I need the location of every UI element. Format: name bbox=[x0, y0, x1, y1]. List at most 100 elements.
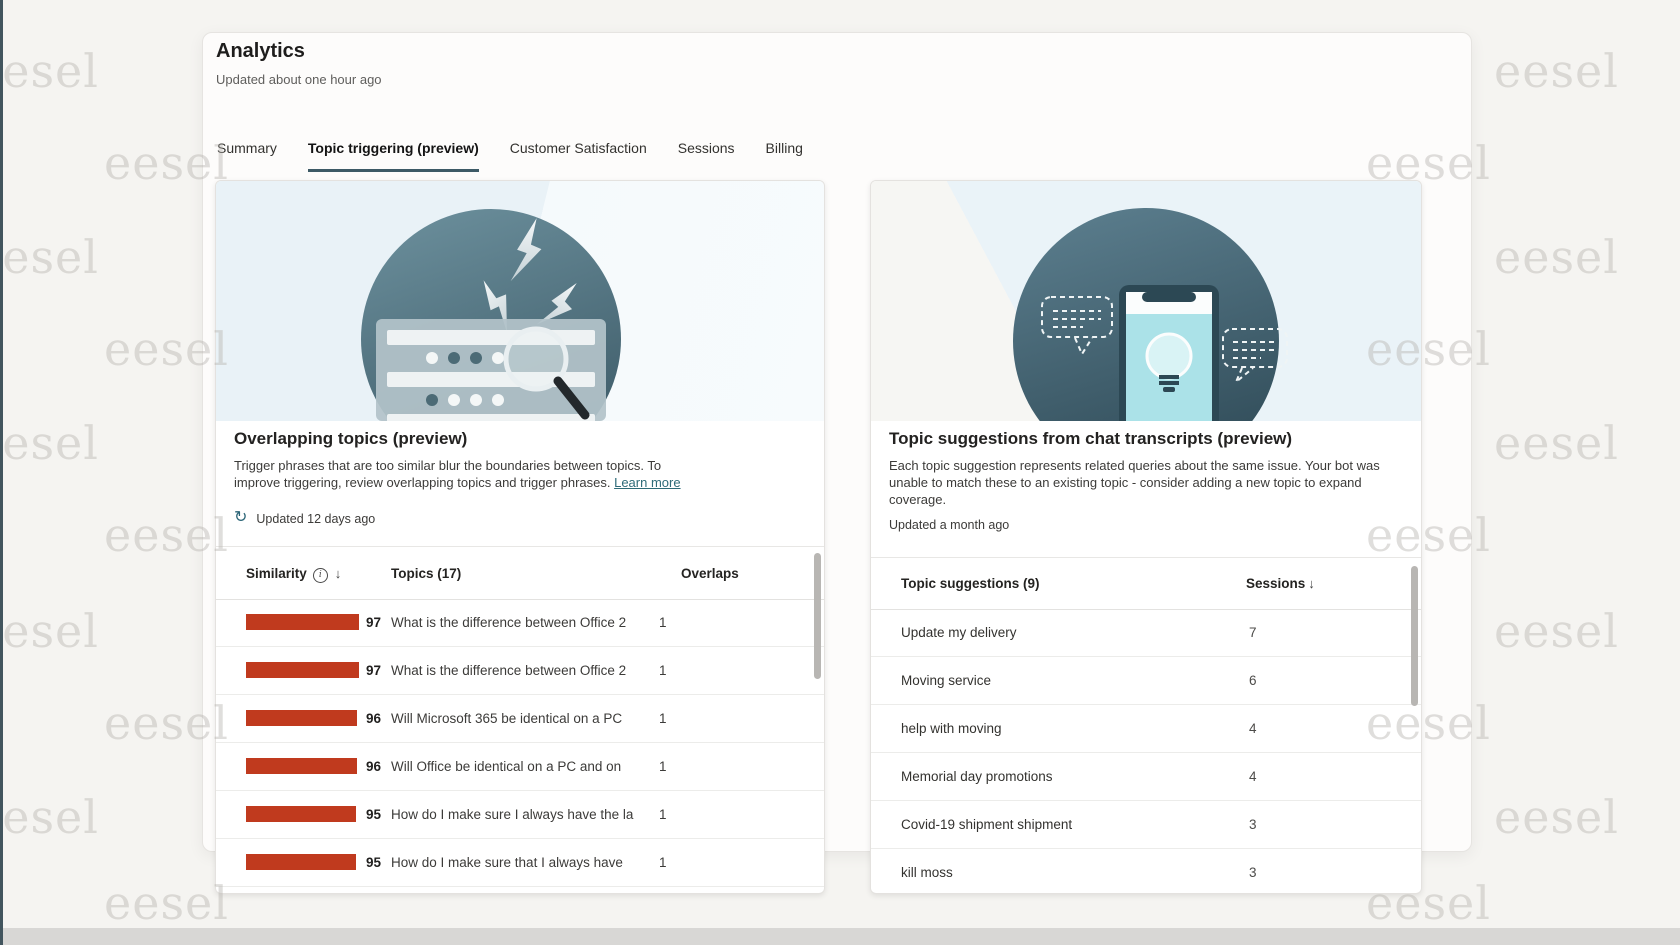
tab-sessions[interactable]: Sessions bbox=[678, 140, 735, 172]
overlapping-updated-text: Updated 12 days ago bbox=[256, 512, 375, 526]
column-header-topics[interactable]: Topics (17) bbox=[391, 566, 461, 581]
column-header-similarity[interactable]: Similarityi↓ bbox=[246, 566, 341, 584]
eesel-watermark: eesel bbox=[1494, 790, 1619, 844]
overlaps-count: 1 bbox=[659, 855, 667, 870]
overlapping-card-title: Overlapping topics (preview) bbox=[234, 429, 467, 449]
column-header-topic-suggestions[interactable]: Topic suggestions (9) bbox=[901, 576, 1040, 591]
overlaps-count: 1 bbox=[659, 807, 667, 822]
suggestions-table-row[interactable]: Update my delivery 7 bbox=[871, 609, 1421, 657]
overlapping-table: Similarityi↓ Topics (17) Overlaps 97What… bbox=[216, 546, 824, 893]
eesel-watermark: eesel bbox=[1494, 230, 1619, 284]
overlaps-count: 1 bbox=[659, 663, 667, 678]
suggestions-table-row[interactable]: Moving service 6 bbox=[871, 657, 1421, 705]
overlapping-topics-illustration bbox=[216, 181, 824, 421]
learn-more-link[interactable]: Learn more bbox=[614, 475, 680, 490]
topic-name: How do I make sure that I always have bbox=[391, 855, 647, 870]
topic-name: What is the difference between Office 2 bbox=[391, 615, 647, 630]
similarity-bar bbox=[246, 806, 356, 822]
suggestion-topic: kill moss bbox=[901, 865, 953, 880]
eesel-watermark: eesel bbox=[0, 790, 99, 844]
sessions-count: 3 bbox=[1249, 817, 1257, 832]
eesel-watermark: eesel bbox=[1494, 604, 1619, 658]
sort-desc-icon: ↓ bbox=[335, 566, 342, 581]
refresh-icon: ↻ bbox=[234, 510, 247, 526]
overlaps-count: 1 bbox=[659, 615, 667, 630]
suggestion-topic: help with moving bbox=[901, 721, 1002, 736]
page-title: Analytics bbox=[216, 40, 305, 63]
window-left-edge bbox=[0, 0, 3, 945]
tab-customer-satisfaction[interactable]: Customer Satisfaction bbox=[510, 140, 647, 172]
similarity-bar bbox=[246, 662, 359, 678]
server-search-illustration-icon bbox=[216, 181, 824, 421]
overlaps-count: 1 bbox=[659, 759, 667, 774]
eesel-watermark: eesel bbox=[0, 230, 99, 284]
overlapping-table-row[interactable]: 96 Will Microsoft 365 be identical on a P… bbox=[216, 695, 824, 743]
similarity-value: 95 bbox=[366, 807, 381, 822]
phone-idea-chat-illustration-icon bbox=[871, 181, 1421, 421]
overlapping-table-scrollbar[interactable] bbox=[814, 553, 821, 679]
sessions-count: 4 bbox=[1249, 721, 1257, 736]
suggestion-topic: Covid-19 shipment shipment bbox=[901, 817, 1072, 832]
overlapping-topics-card: Overlapping topics (preview) Trigger phr… bbox=[215, 180, 825, 894]
sessions-count: 7 bbox=[1249, 625, 1257, 640]
overlapping-updated-row: ↻ Updated 12 days ago bbox=[234, 511, 375, 527]
suggestions-table-scrollbar[interactable] bbox=[1411, 566, 1418, 706]
divider bbox=[871, 557, 1421, 558]
tab-summary[interactable]: Summary bbox=[217, 140, 277, 172]
suggestion-topic: Memorial day promotions bbox=[901, 769, 1053, 784]
suggestions-table: Topic suggestions (9) Sessions↓ Update m… bbox=[871, 560, 1421, 893]
suggestions-table-row[interactable]: Memorial day promotions 4 bbox=[871, 753, 1421, 801]
eesel-watermark: eesel bbox=[0, 44, 99, 98]
eesel-watermark: eesel bbox=[1494, 416, 1619, 470]
topic-name: How do I make sure I always have the la bbox=[391, 807, 647, 822]
overlapping-table-row[interactable]: 95 How do I make sure that I always have 1 bbox=[216, 839, 824, 887]
similarity-value: 96 bbox=[366, 711, 381, 726]
tab-topic-triggering-preview[interactable]: Topic triggering (preview) bbox=[308, 140, 479, 172]
info-icon[interactable]: i bbox=[313, 568, 328, 583]
similarity-bar bbox=[246, 854, 356, 870]
suggestion-topic: Moving service bbox=[901, 673, 991, 688]
suggestions-rows: Update my delivery 7 Moving service 6 help w… bbox=[871, 609, 1421, 894]
column-header-sessions[interactable]: Sessions↓ bbox=[1246, 576, 1315, 591]
suggestions-updated-text: Updated a month ago bbox=[889, 518, 1009, 532]
overlapping-table-row[interactable]: 97 What is the difference between Office … bbox=[216, 599, 824, 647]
eesel-watermark: eesel bbox=[1494, 44, 1619, 98]
sort-desc-icon: ↓ bbox=[1308, 576, 1315, 591]
lightbulb-icon bbox=[1147, 334, 1191, 378]
analytics-tabs: Summary Topic triggering (preview) Custome… bbox=[217, 140, 803, 172]
similarity-value: 97 bbox=[366, 663, 381, 678]
suggestions-updated-row: Updated a month ago bbox=[889, 518, 1009, 532]
overlapping-table-row[interactable]: 95 How do I make sure I always have the l… bbox=[216, 791, 824, 839]
suggestions-table-row[interactable]: Covid-19 shipment shipment 3 bbox=[871, 801, 1421, 849]
suggestion-topic: Update my delivery bbox=[901, 625, 1017, 640]
topic-name: What is the difference between Office 2 bbox=[391, 663, 647, 678]
similarity-value: 95 bbox=[366, 855, 381, 870]
overlapping-table-row[interactable]: 96 Will Office be identical on a PC and o… bbox=[216, 743, 824, 791]
similarity-bar bbox=[246, 614, 359, 630]
page-updated-status: Updated about one hour ago bbox=[216, 72, 382, 87]
sessions-count: 6 bbox=[1249, 673, 1257, 688]
sessions-count: 3 bbox=[1249, 865, 1257, 880]
overlapping-rows: 97 What is the difference between Office … bbox=[216, 599, 824, 887]
topic-suggestions-card: Topic suggestions from chat transcripts … bbox=[870, 180, 1422, 894]
similarity-value: 97 bbox=[366, 615, 381, 630]
topic-name: Will Office be identical on a PC and on bbox=[391, 759, 647, 774]
topic-name: Will Microsoft 365 be identical on a PC bbox=[391, 711, 647, 726]
suggestions-card-title: Topic suggestions from chat transcripts … bbox=[889, 429, 1292, 449]
taskbar-strip bbox=[0, 928, 1680, 945]
eesel-watermark: eesel bbox=[104, 876, 229, 930]
suggestions-table-row[interactable]: help with moving 4 bbox=[871, 705, 1421, 753]
topic-suggestions-illustration bbox=[871, 181, 1421, 421]
overlaps-count: 1 bbox=[659, 711, 667, 726]
overlapping-card-description: Trigger phrases that are too similar blu… bbox=[234, 457, 708, 491]
eesel-watermark: eesel bbox=[0, 604, 99, 658]
sessions-count: 4 bbox=[1249, 769, 1257, 784]
tab-billing[interactable]: Billing bbox=[766, 140, 803, 172]
similarity-value: 96 bbox=[366, 759, 381, 774]
suggestions-table-row[interactable]: kill moss 3 bbox=[871, 849, 1421, 894]
similarity-bar bbox=[246, 758, 357, 774]
eesel-watermark: eesel bbox=[0, 416, 99, 470]
similarity-bar bbox=[246, 710, 357, 726]
column-header-overlaps[interactable]: Overlaps bbox=[681, 566, 739, 581]
overlapping-table-row[interactable]: 97 What is the difference between Office … bbox=[216, 647, 824, 695]
